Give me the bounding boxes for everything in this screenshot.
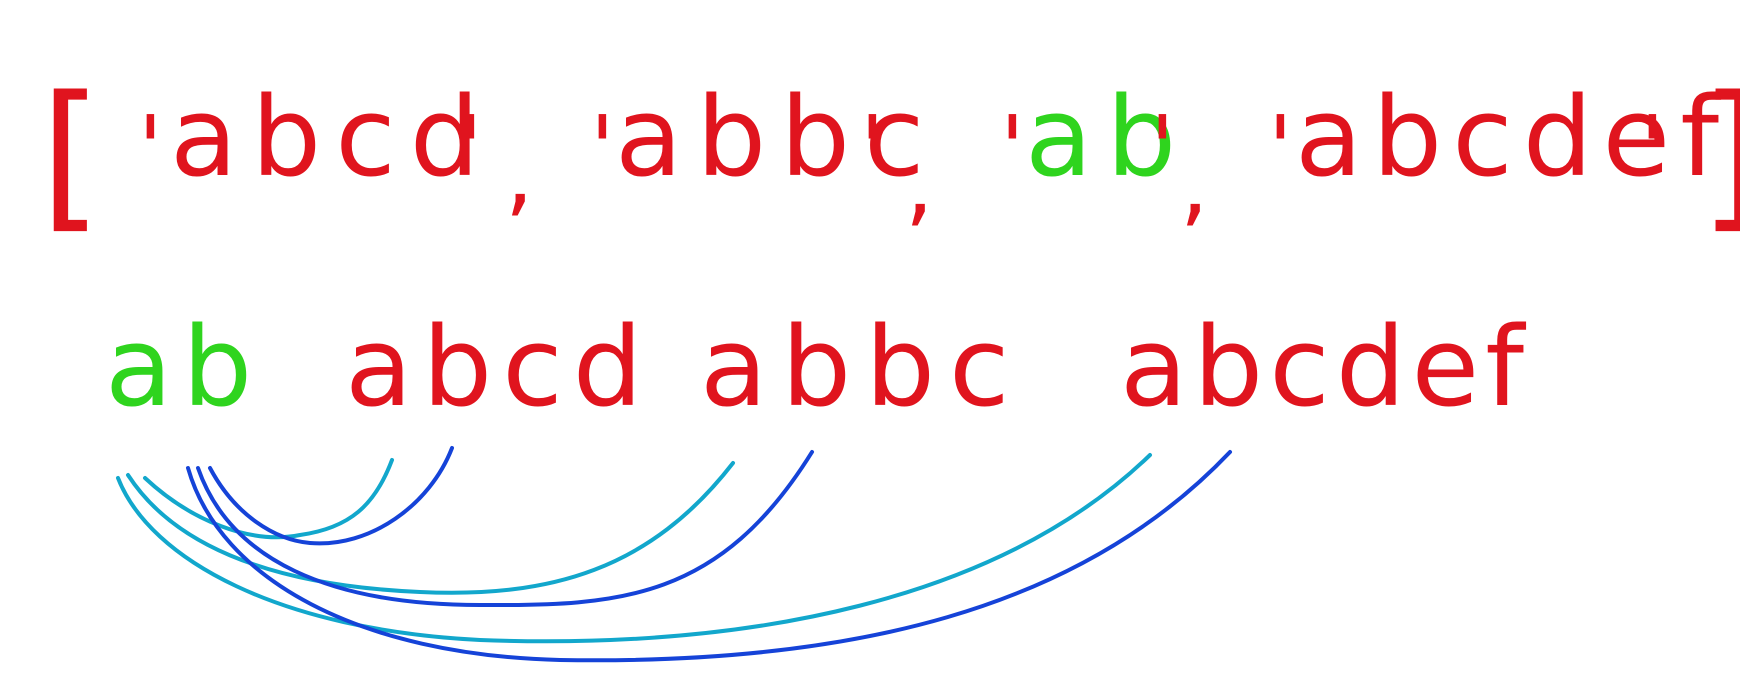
sorted-words: ab abcd abbc abcdef [105,303,1530,431]
quote-mark: ' [1150,97,1175,202]
array-item-abbc: abbc [615,73,939,201]
diagram-canvas: [ ' abcd ' , ' abbc ' , ' ab ' , ' abcde… [40,61,1740,663]
sorted-word-ab: ab [105,303,262,431]
quote-mark: ' [860,97,885,202]
quote-mark: ' [1268,97,1293,202]
array-item-abcd: abcd [170,73,494,201]
comma-separator: , [1180,132,1209,237]
arc-a-to-abcd [143,458,394,540]
comma-separator: , [505,122,534,227]
comparison-arcs [116,446,1232,663]
sorted-word-abcdef: abcdef [1120,303,1530,431]
quote-mark: ' [458,97,483,202]
quote-mark: ' [1640,97,1665,202]
sorted-word-abcd: abcd [345,303,653,431]
comma-separator: , [905,132,934,237]
quote-mark: ' [138,97,163,202]
arc-a-to-abcdef [116,453,1152,644]
arc-b-to-abbc [196,450,814,608]
quote-mark: ' [590,97,615,202]
arc-b-to-abcdef [186,450,1232,663]
close-bracket: ] [1700,61,1740,248]
top-array: [ ' abcd ' , ' abbc ' , ' ab ' , ' abcde… [40,61,1740,248]
open-bracket: [ [40,61,102,248]
sorted-word-abbc: abbc [700,303,1024,431]
quote-mark: ' [1000,97,1025,202]
